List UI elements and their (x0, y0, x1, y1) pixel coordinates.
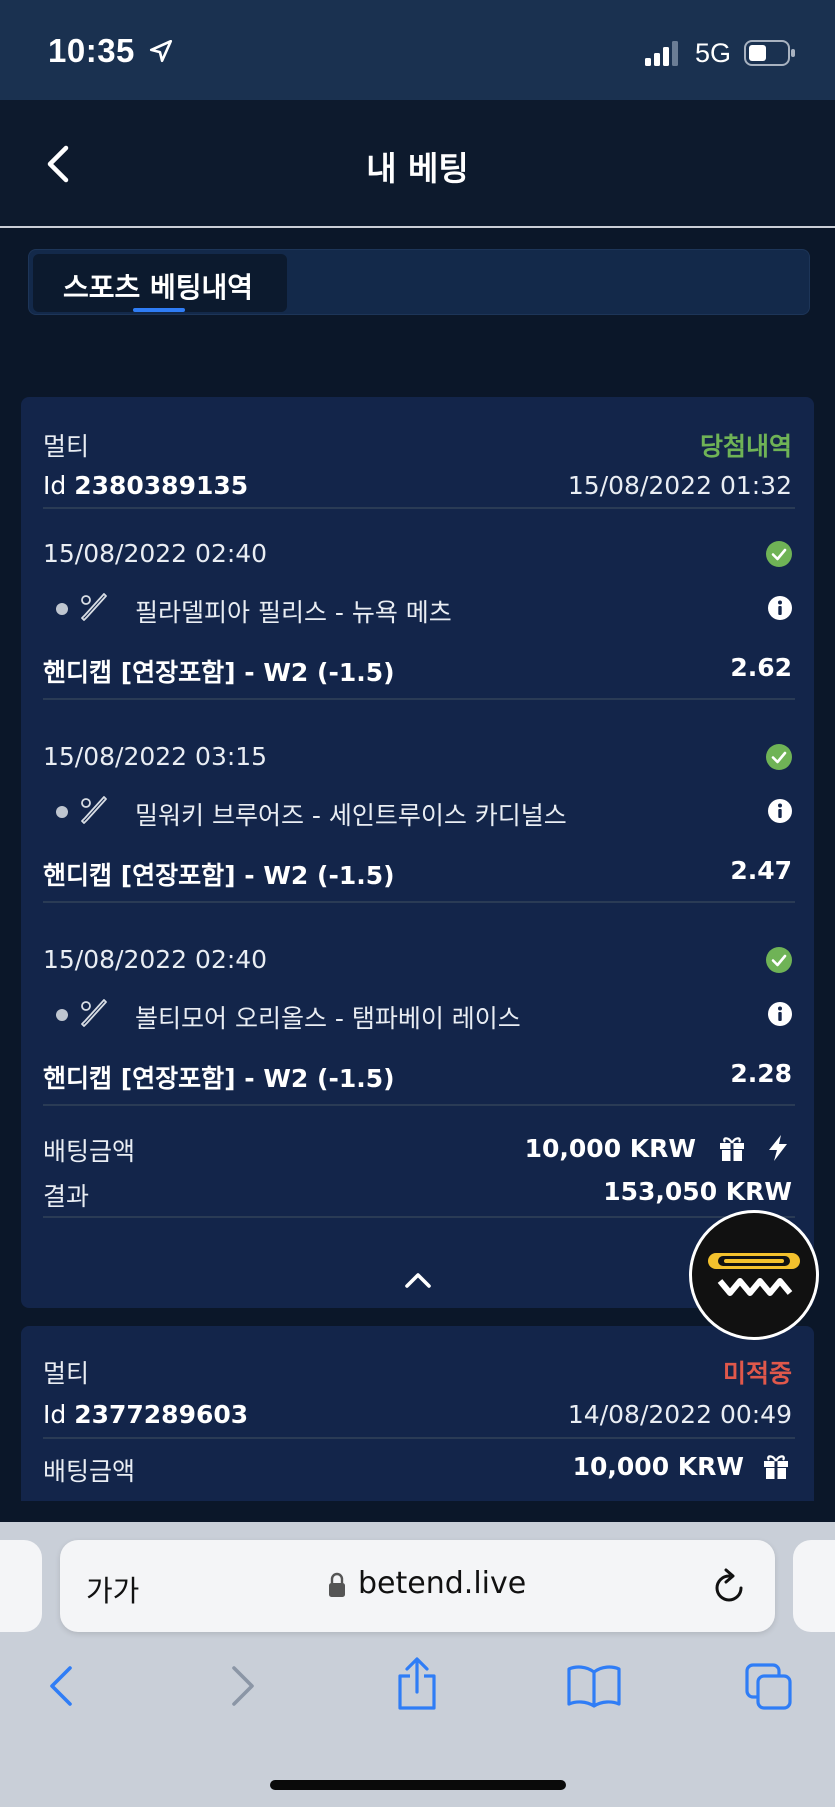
match-name: 밀워키 브루어즈 - 세인트루이스 카디널스 (135, 801, 567, 830)
share-icon[interactable] (394, 1656, 440, 1712)
stake-amount: 10,000 KRW (572, 1452, 744, 1481)
baseball-icon (81, 999, 107, 1027)
stake-label: 배팅금액 (43, 1137, 136, 1166)
back-arrow-icon[interactable] (46, 1664, 76, 1708)
browser-toolbar: 가가 betend.live (0, 1522, 835, 1807)
page-title: 내 베팅 (366, 149, 469, 188)
text-size-button[interactable]: 가가 (86, 1568, 139, 1610)
location-arrow-icon (149, 39, 173, 63)
forward-arrow-icon[interactable] (228, 1664, 258, 1708)
odds: 2.28 (730, 1059, 792, 1088)
bet-id-label: Id (43, 1400, 67, 1429)
chat-float-button[interactable] (689, 1210, 819, 1340)
bet-id-value: 2380389135 (74, 471, 249, 500)
result-amount: 153,050 KRW (603, 1177, 792, 1206)
bookmarks-icon[interactable] (566, 1664, 622, 1708)
lock-icon (329, 1572, 345, 1597)
market-name: 핸디캡 [연장포함] - W2 (-1.5) (43, 1064, 395, 1093)
bolt-icon (769, 1135, 787, 1161)
app-header: 내 베팅 (0, 100, 835, 228)
bet-card: 멀티 미적중 Id 2377289603 14/08/2022 00:49 배팅… (21, 1326, 814, 1501)
check-circle-icon (766, 541, 792, 567)
match-name: 볼티모어 오리올스 - 탬파베이 레이스 (135, 1004, 521, 1033)
stake-label: 배팅금액 (43, 1457, 136, 1486)
info-icon[interactable] (768, 1002, 792, 1026)
status-badge: 당첨내역 (699, 432, 792, 461)
odds: 2.62 (730, 653, 792, 682)
status-bar: 10:35 5G (0, 0, 835, 100)
next-tab-preview[interactable] (793, 1540, 835, 1632)
check-circle-icon (766, 947, 792, 973)
bet-id: Id 2380389135 (43, 471, 248, 500)
chevron-up-icon[interactable] (403, 1270, 433, 1290)
reload-icon[interactable] (711, 1568, 747, 1606)
bet-placed-at: 14/08/2022 00:49 (567, 1400, 792, 1429)
tab-bar: 스포츠 베팅내역 (28, 249, 810, 315)
baseball-icon (81, 593, 107, 621)
check-circle-icon (766, 744, 792, 770)
tab-label: 스포츠 베팅내역 (63, 271, 254, 304)
gift-icon (764, 1455, 788, 1479)
tab-sports-bet-history[interactable]: 스포츠 베팅내역 (33, 254, 287, 312)
url-text: betend.live (358, 1566, 527, 1601)
signal-icon (645, 41, 678, 66)
selection-date: 15/08/2022 02:40 (43, 945, 268, 974)
selection-date: 15/08/2022 02:40 (43, 539, 268, 568)
bet-type: 멀티 (43, 1359, 90, 1388)
info-icon[interactable] (768, 596, 792, 620)
bet-card: 멀티 당첨내역 Id 2380389135 15/08/2022 01:32 1… (21, 397, 814, 1308)
stake-amount: 10,000 KRW (524, 1134, 696, 1163)
home-indicator (270, 1780, 566, 1790)
divider (43, 1437, 795, 1439)
bet-type: 멀티 (43, 432, 90, 461)
divider (43, 698, 795, 700)
bet-id-label: Id (43, 471, 67, 500)
hotdog-logo-icon (708, 1253, 800, 1296)
live-dot (56, 1009, 68, 1021)
bet-id-value: 2377289603 (74, 1400, 249, 1429)
market-name: 핸디캡 [연장포함] - W2 (-1.5) (43, 861, 395, 890)
divider (43, 1104, 795, 1106)
tab-active-indicator (133, 308, 185, 312)
market-name: 핸디캡 [연장포함] - W2 (-1.5) (43, 658, 395, 687)
previous-tab-preview[interactable] (0, 1540, 42, 1632)
info-icon[interactable] (768, 799, 792, 823)
divider (43, 507, 795, 509)
tabs-icon[interactable] (744, 1662, 794, 1712)
divider (43, 901, 795, 903)
result-label: 결과 (43, 1182, 90, 1211)
match-name: 필라델피아 필리스 - 뉴욕 메츠 (135, 598, 452, 627)
network-type: 5G (695, 38, 732, 68)
divider (43, 1216, 795, 1218)
live-dot (56, 603, 68, 615)
bet-id: Id 2377289603 (43, 1400, 248, 1429)
selection-date: 15/08/2022 03:15 (43, 742, 268, 771)
bet-placed-at: 15/08/2022 01:32 (567, 471, 792, 500)
gift-icon (720, 1137, 744, 1161)
status-badge: 미적중 (722, 1359, 792, 1388)
live-dot (56, 806, 68, 818)
odds: 2.47 (730, 856, 792, 885)
address-bar[interactable]: 가가 betend.live (60, 1540, 775, 1632)
baseball-icon (81, 796, 107, 824)
battery-icon (744, 40, 795, 66)
status-time: 10:35 (48, 32, 135, 69)
